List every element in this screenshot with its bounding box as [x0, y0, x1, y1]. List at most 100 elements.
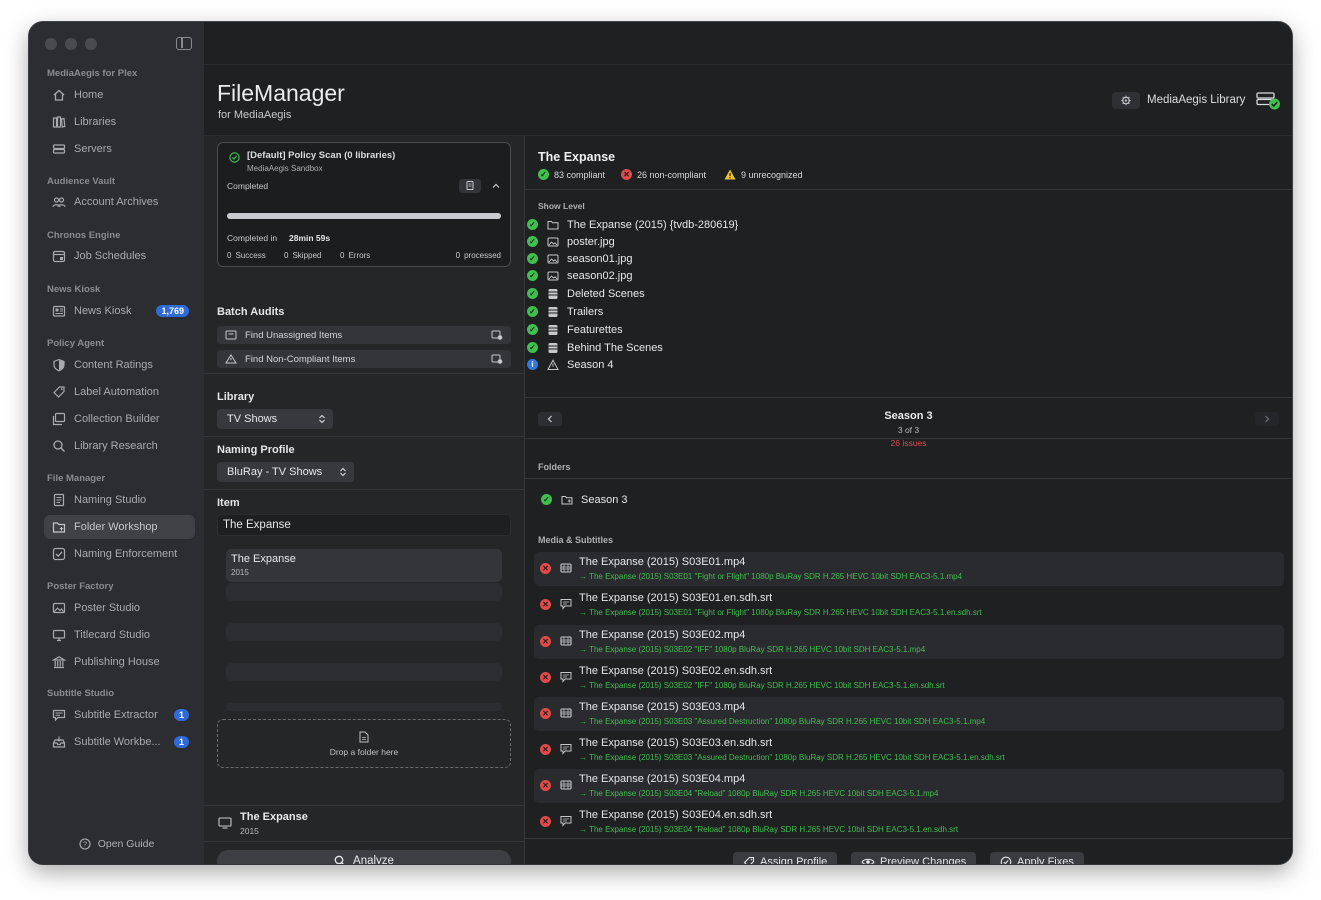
find-unassigned-button[interactable]: Find Unassigned Items [217, 326, 511, 344]
next-season-button[interactable] [1255, 412, 1279, 426]
film-folder-icon [548, 306, 558, 317]
show-level-name: Deleted Scenes [567, 287, 645, 300]
add-to-list-icon [491, 330, 503, 340]
film-icon [560, 708, 572, 718]
find-noncompliant-button[interactable]: Find Non-Compliant Items [217, 350, 511, 368]
sidebar-section-title: MediaAegis for Plex [47, 68, 138, 79]
gear-icon [1121, 95, 1131, 106]
action-bar: Assign Profile Preview Changes Apply Fix… [525, 838, 1292, 864]
photo-icon [547, 254, 559, 263]
show-level-row[interactable]: i Season 4 [525, 356, 613, 373]
sidebar-item-library-research[interactable]: Library Research [44, 434, 195, 458]
sidebar-item-label-automation[interactable]: Label Automation [44, 380, 195, 404]
dropzone-label: Drop a folder here [329, 746, 399, 757]
sidebar-item-folder-workshop[interactable]: Folder Workshop [44, 515, 195, 539]
compliant-count: 83 compliant [554, 169, 606, 180]
server-status-icon[interactable] [1256, 91, 1282, 111]
warning-icon [225, 354, 237, 364]
x-circle-icon: ✕ [540, 744, 551, 755]
sidebar-item-titlecard-studio[interactable]: Titlecard Studio [44, 623, 195, 647]
people-icon [52, 197, 66, 208]
media-row[interactable]: ✕ The Expanse (2015) S03E03.en.sdh.srt →… [534, 733, 1284, 767]
x-circle-icon: ✕ [540, 599, 551, 610]
unrecognized-stat: 9 unrecognized [724, 169, 803, 180]
folder-icon [52, 522, 66, 533]
photo-icon [547, 237, 559, 246]
scan-title: [Default] Policy Scan (0 libraries) [247, 150, 396, 161]
assign-profile-button[interactable]: Assign Profile [733, 852, 838, 864]
show-level-row[interactable]: ✓ Featurettes [525, 321, 623, 338]
sidebar-item-collection-builder[interactable]: Collection Builder [44, 407, 195, 431]
sidebar-item-account-archives[interactable]: Account Archives [44, 190, 195, 214]
close-window-button[interactable] [45, 38, 57, 50]
check-circle-icon: ✓ [527, 236, 538, 247]
media-row[interactable]: ✕ The Expanse (2015) S03E01.mp4 → The Ex… [534, 552, 1284, 586]
sidebar-item-label: Titlecard Studio [74, 629, 151, 641]
show-level-row[interactable]: ✓ Trailers [525, 303, 603, 320]
chevron-up-icon[interactable] [491, 181, 501, 191]
assign-profile-label: Assign Profile [760, 856, 828, 864]
sidebar-item-news-kiosk[interactable]: News Kiosk 1,769 [44, 299, 195, 323]
sidebar-item-naming-enforcement[interactable]: Naming Enforcement [44, 542, 195, 566]
result-title: The Expanse [231, 553, 296, 565]
zoom-window-button[interactable] [85, 38, 97, 50]
show-level-row[interactable]: ✓ poster.jpg [525, 233, 615, 250]
x-circle-icon: ✕ [540, 780, 551, 791]
library-settings-button[interactable] [1112, 92, 1140, 109]
document-icon [466, 181, 474, 190]
check-circle-icon [229, 152, 240, 163]
sidebar-section-title: Audience Vault [47, 176, 116, 187]
show-level-row[interactable]: ✓ Deleted Scenes [525, 285, 645, 302]
media-row[interactable]: ✕ The Expanse (2015) S03E01.en.sdh.srt →… [534, 588, 1284, 622]
scan-report-button[interactable] [459, 179, 481, 193]
scan-progress-track [227, 213, 501, 219]
analyze-label: Analyze [353, 855, 394, 864]
unrecognized-count: 9 unrecognized [741, 169, 803, 180]
minimize-window-button[interactable] [65, 38, 77, 50]
sidebar-item-subtitle-workbench[interactable]: Subtitle Workbe... 1 [44, 730, 195, 754]
media-row[interactable]: ✕ The Expanse (2015) S03E03.mp4 → The Ex… [534, 697, 1284, 731]
sidebar-item-naming-studio[interactable]: Naming Studio [44, 488, 195, 512]
photo-icon [547, 271, 559, 280]
show-level-row[interactable]: ✓ season02.jpg [525, 267, 632, 284]
sidebar-item-subtitle-extractor[interactable]: Subtitle Extractor 1 [44, 703, 195, 727]
media-row[interactable]: ✕ The Expanse (2015) S03E02.mp4 → The Ex… [534, 625, 1284, 659]
library-select[interactable]: TV Shows [217, 409, 333, 429]
preview-changes-button[interactable]: Preview Changes [851, 852, 977, 864]
open-guide-label: Open Guide [97, 838, 155, 850]
show-level-name: season02.jpg [567, 269, 633, 282]
noncompliant-stat: ✕ 26 non-compliant [621, 169, 706, 180]
show-level-row[interactable]: ✓ season01.jpg [525, 250, 632, 267]
media-rename-target: → The Expanse (2015) S03E04 "Reload" 108… [579, 825, 959, 834]
batch-audits-heading: Batch Audits [217, 306, 285, 318]
scan-card: [Default] Policy Scan (0 libraries) Medi… [217, 142, 511, 267]
show-level-row[interactable]: ✓ Behind The Scenes [525, 339, 663, 356]
sidebar-toggle-icon[interactable] [176, 37, 192, 50]
open-guide-button[interactable]: ? Open Guide [29, 838, 204, 850]
apply-fixes-button[interactable]: Apply Fixes [990, 852, 1084, 864]
media-row[interactable]: ✕ The Expanse (2015) S03E04.en.sdh.srt →… [534, 805, 1284, 839]
sidebar-item-servers[interactable]: Servers [44, 137, 195, 161]
sidebar-item-job-schedules[interactable]: Job Schedules [44, 244, 195, 268]
x-circle-icon: ✕ [540, 708, 551, 719]
media-row[interactable]: ✕ The Expanse (2015) S03E04.mp4 → The Ex… [534, 769, 1284, 803]
analyze-button[interactable]: Analyze [217, 850, 511, 864]
item-search-input[interactable]: The Expanse [217, 514, 511, 536]
media-row[interactable]: ✕ The Expanse (2015) S03E02.en.sdh.srt →… [534, 661, 1284, 695]
sidebar-item-libraries[interactable]: Libraries [44, 110, 195, 134]
sidebar-item-publishing-house[interactable]: Publishing House [44, 650, 195, 674]
folder-icon [561, 495, 573, 504]
media-rename-target: → The Expanse (2015) S03E02 "IFF" 1080p … [579, 681, 945, 690]
search-result-item[interactable]: The Expanse 2015 [226, 549, 502, 582]
sidebar-item-poster-studio[interactable]: Poster Studio [44, 596, 195, 620]
folder-dropzone[interactable]: Drop a folder here [217, 719, 511, 768]
show-level-row[interactable]: ✓ The Expanse (2015) {tvdb-280619} [525, 216, 738, 233]
sidebar-item-content-ratings[interactable]: Content Ratings [44, 353, 195, 377]
sidebar-item-home[interactable]: Home [44, 83, 195, 107]
film-icon [560, 563, 572, 573]
folder-row[interactable]: ✓ Season 3 [539, 491, 627, 508]
media-filename: The Expanse (2015) S03E03.en.sdh.srt [579, 737, 773, 749]
naming-profile-select[interactable]: BluRay - TV Shows [217, 462, 354, 482]
display-icon [52, 629, 66, 642]
notification-badge: 1,769 [156, 305, 189, 317]
